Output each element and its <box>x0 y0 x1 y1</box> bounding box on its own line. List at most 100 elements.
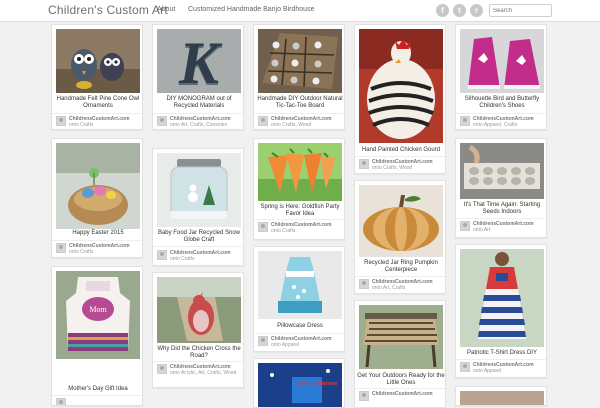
svg-text:K: K <box>178 30 223 93</box>
pin-image: K K <box>157 29 241 93</box>
pin-card-starting-seeds[interactable]: It's That Time Again: Starting Seeds Ind… <box>455 138 547 238</box>
pin-categories[interactable]: onto Crafts, Wood <box>372 165 412 171</box>
pin-username[interactable]: ChildrensCustomArt.com <box>372 391 433 397</box>
pin-image <box>460 143 544 199</box>
divider <box>456 359 546 360</box>
pin-card-chicken-gourd[interactable]: Hand Painted Chicken Gourd ChildrensCust… <box>354 24 446 174</box>
pin-card-goldfish-favor[interactable]: Spring is Here: Goldfish Party Favor Ide… <box>253 138 345 240</box>
avatar <box>56 243 66 253</box>
pin-title[interactable]: It's That Time Again: Starting Seeds Ind… <box>458 202 546 216</box>
pin-title[interactable]: Spring is Here: Goldfish Party Favor Ide… <box>256 204 344 218</box>
divider <box>153 113 243 114</box>
pin-card-owl-ornaments[interactable]: Handmade Felt Pine Cone Owl Ornaments Ch… <box>51 24 143 130</box>
divider <box>254 219 344 220</box>
pin-title[interactable]: Handmade DIY Outdoor Natural Tic-Tac-Toe… <box>256 96 344 110</box>
facebook-icon[interactable]: f <box>436 4 449 17</box>
pin-title[interactable]: Happy Easter 2015 <box>54 230 142 237</box>
twitter-icon[interactable]: t <box>453 4 466 17</box>
pin-card-snow-globe[interactable]: Baby Food Jar Recycled Snow Globe Craft … <box>152 148 244 266</box>
avatar <box>157 250 167 260</box>
divider <box>153 361 243 362</box>
pin-card-tic-tac-toe[interactable]: Handmade DIY Outdoor Natural Tic-Tac-Toe… <box>253 24 345 130</box>
pin-title[interactable]: Hand Painted Chicken Gourd <box>357 147 445 154</box>
search-input[interactable] <box>489 4 552 17</box>
pin-categories[interactable]: onto Apparel <box>473 368 501 374</box>
avatar <box>157 116 167 126</box>
pin-card-happy-easter[interactable]: Happy Easter 2015 ChildrensCustomArt.com… <box>51 138 143 258</box>
pin-categories[interactable]: onto Crafts <box>69 249 93 255</box>
pin-title[interactable]: Patriotic T-Shirt Dress DIY <box>458 350 546 357</box>
pin-image <box>460 391 544 405</box>
pin-categories[interactable]: onto Crafts, Wood <box>271 122 311 128</box>
divider <box>355 276 445 277</box>
pin-categories[interactable]: onto Crafts <box>170 256 194 262</box>
pin-image <box>56 29 140 93</box>
rss-icon[interactable]: r <box>470 4 483 17</box>
pin-image <box>359 185 443 257</box>
pin-image <box>460 249 544 347</box>
nav-link-about[interactable]: About <box>157 6 175 13</box>
avatar <box>359 279 369 289</box>
avatar <box>460 362 470 372</box>
pin-categories[interactable]: onto Crafts <box>271 228 295 234</box>
divider <box>355 388 445 389</box>
pin-image <box>258 29 342 93</box>
pin-title[interactable]: Get Your Outdoors Ready for the Little O… <box>357 373 445 387</box>
pin-title[interactable]: Why Did the Chicken Cross the Road? <box>155 346 243 360</box>
pin-card-merry-christmas[interactable]: Merry Christmas <box>253 358 345 408</box>
pin-title[interactable]: Baby Food Jar Recycled Snow Globe Craft <box>155 230 243 244</box>
nav-link-banjo-birdhouse[interactable]: Customized Handmade Banjo Birdhouse <box>188 6 314 13</box>
divider <box>52 240 142 241</box>
pin-card-partial[interactable] <box>455 386 547 406</box>
pin-title[interactable]: DIY MONOGRAM out of Recycled Materials <box>155 96 243 110</box>
pin-categories[interactable]: onto Art <box>473 227 490 233</box>
pin-card-pillowcase-dress[interactable]: Pillowcase Dress ChildrensCustomArt.com … <box>253 246 345 352</box>
pin-title[interactable]: Silhouette Bird and Butterfly Children's… <box>458 96 546 110</box>
pin-categories[interactable]: onto Apparel, Crafts <box>473 122 517 128</box>
pin-image <box>56 143 140 229</box>
divider <box>52 113 142 114</box>
pin-categories[interactable]: onto Acrylic, Art, Crafts, Wood <box>170 370 236 376</box>
avatar <box>56 398 66 405</box>
pin-image <box>157 277 241 343</box>
pin-title[interactable]: Mother's Day Gift Idea <box>54 386 142 393</box>
avatar <box>56 116 66 126</box>
pin-title[interactable]: Handmade Felt Pine Cone Owl Ornaments <box>54 96 142 110</box>
avatar <box>157 364 167 374</box>
site-title[interactable]: Children's Custom Art <box>48 3 168 17</box>
divider <box>52 395 142 396</box>
pin-image <box>258 251 342 319</box>
pin-categories[interactable]: onto Crafts <box>69 122 93 128</box>
pin-title[interactable]: Pillowcase Dress <box>256 323 344 330</box>
divider <box>456 218 546 219</box>
pin-categories[interactable]: onto Art, Crafts, Consoles <box>170 122 227 128</box>
christmas-text: Merry Christmas <box>298 381 338 387</box>
pin-image <box>460 29 544 93</box>
avatar <box>359 159 369 169</box>
pin-card-silhouette-shoes[interactable]: Silhouette Bird and Butterfly Children's… <box>455 24 547 130</box>
pin-card-diy-monogram[interactable]: K K DIY MONOGRAM out of Recycled Materia… <box>152 24 244 130</box>
pin-card-chicken-road[interactable]: Why Did the Chicken Cross the Road? Chil… <box>152 272 244 388</box>
pin-card-outdoors-ready[interactable]: Get Your Outdoors Ready for the Little O… <box>354 300 446 408</box>
pin-image <box>258 143 342 201</box>
avatar <box>258 222 268 232</box>
avatar <box>258 116 268 126</box>
pin-image <box>157 153 241 227</box>
top-navigation-bar: Children's Custom Art About Customized H… <box>0 0 600 22</box>
pin-title[interactable]: Recycled Jar Ring Pumpkin Centerpiece <box>357 260 445 274</box>
pin-categories[interactable]: onto Apparel <box>271 342 299 348</box>
divider <box>456 113 546 114</box>
pin-card-patriotic-dress[interactable]: Patriotic T-Shirt Dress DIY ChildrensCus… <box>455 244 547 378</box>
pin-categories[interactable]: onto Art, Crafts <box>372 285 405 291</box>
pin-card-pumpkin-centerpiece[interactable]: Recycled Jar Ring Pumpkin Centerpiece Ch… <box>354 180 446 294</box>
pin-image <box>359 305 443 369</box>
divider <box>153 246 243 247</box>
svg-text:Mom: Mom <box>89 305 107 314</box>
divider <box>254 113 344 114</box>
avatar <box>460 221 470 231</box>
pin-image: Mom <box>56 271 140 359</box>
pin-card-mothers-day[interactable]: Mom Mother's Day Gift Idea <box>51 266 143 406</box>
divider <box>254 333 344 334</box>
pin-image <box>359 29 443 143</box>
avatar <box>460 116 470 126</box>
